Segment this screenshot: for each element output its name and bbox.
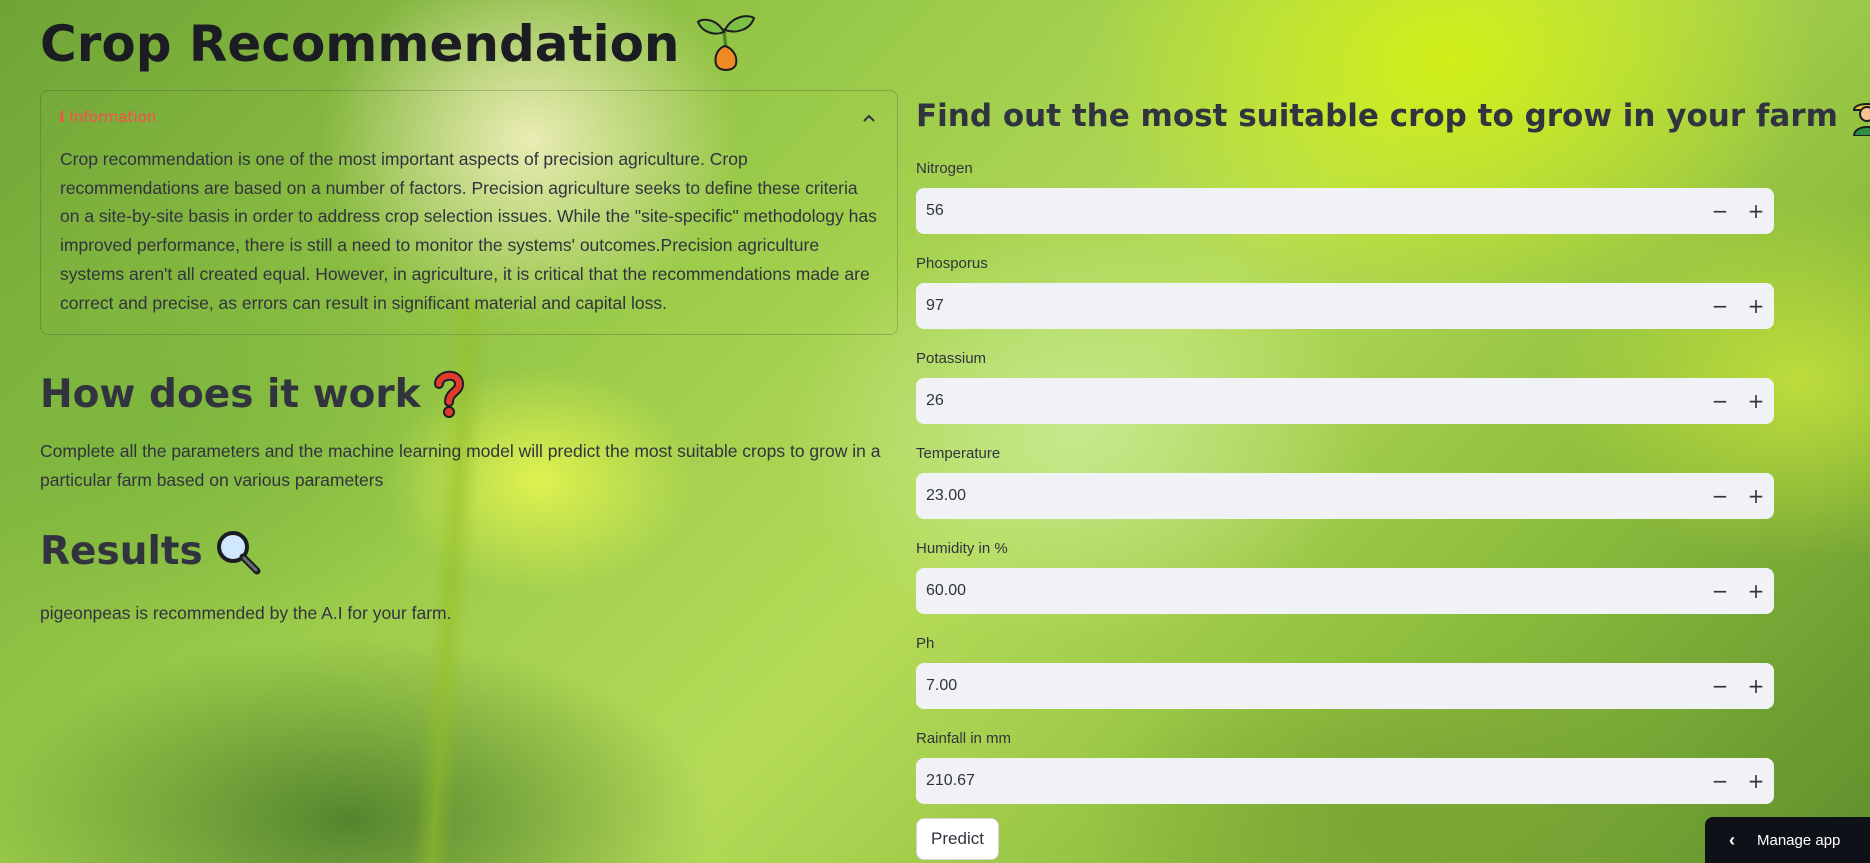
potassium-increment-button[interactable]: + (1738, 378, 1774, 424)
rainfall-input[interactable] (916, 758, 1702, 804)
humidity-increment-button[interactable]: + (1738, 568, 1774, 614)
question-mark-icon (431, 370, 467, 418)
ph-label: Ph (916, 635, 935, 652)
farmer-icon (1848, 96, 1870, 136)
temperature-decrement-button[interactable]: − (1702, 473, 1738, 519)
predict-button[interactable]: Predict (916, 818, 999, 860)
manage-app-label: Manage app (1757, 831, 1841, 849)
potassium-input-box: − + (916, 378, 1774, 424)
ph-field: Ph − + (916, 633, 1774, 709)
ph-increment-button[interactable]: + (1738, 663, 1774, 709)
ph-decrement-button[interactable]: − (1702, 663, 1738, 709)
ph-input[interactable] (916, 663, 1702, 709)
seedling-icon (694, 12, 758, 76)
temperature-label: Temperature (916, 445, 1001, 462)
nitrogen-increment-button[interactable]: + (1738, 188, 1774, 234)
chevron-up-icon[interactable] (859, 108, 879, 127)
information-expander-title: ℹ Information (59, 108, 157, 126)
chevron-left-icon: ‹ (1729, 829, 1735, 850)
potassium-label: Potassium (916, 350, 987, 367)
rainfall-field: Rainfall in mm − + (916, 728, 1774, 804)
nitrogen-field: Nitrogen − + (916, 158, 1774, 234)
phosporus-label: Phosporus (916, 255, 988, 272)
phosporus-decrement-button[interactable]: − (1702, 283, 1738, 329)
rainfall-increment-button[interactable]: + (1738, 758, 1774, 804)
form-heading: Find out the most suitable crop to grow … (916, 96, 1870, 136)
how-it-works-heading: How does it work (40, 370, 467, 418)
humidity-field: Humidity in % − + (916, 538, 1774, 614)
phosporus-input[interactable] (916, 283, 1702, 329)
ph-input-box: − + (916, 663, 1774, 709)
nitrogen-input-box: − + (916, 188, 1774, 234)
temperature-increment-button[interactable]: + (1738, 473, 1774, 519)
humidity-input[interactable] (916, 568, 1702, 614)
rainfall-input-box: − + (916, 758, 1774, 804)
phosporus-field: Phosporus − + (916, 253, 1774, 329)
humidity-decrement-button[interactable]: − (1702, 568, 1738, 614)
nitrogen-input[interactable] (916, 188, 1702, 234)
information-text: Crop recommendation is one of the most i… (60, 149, 877, 313)
page-title: Crop Recommendation (40, 12, 758, 76)
nitrogen-decrement-button[interactable]: − (1702, 188, 1738, 234)
rainfall-decrement-button[interactable]: − (1702, 758, 1738, 804)
temperature-input-box: − + (916, 473, 1774, 519)
temperature-input[interactable] (916, 473, 1702, 519)
phosporus-increment-button[interactable]: + (1738, 283, 1774, 329)
humidity-input-box: − + (916, 568, 1774, 614)
magnifier-icon (213, 527, 261, 575)
temperature-field: Temperature − + (916, 443, 1774, 519)
results-text: pigeonpeas is recommended by the A.I for… (40, 603, 452, 623)
manage-app-button[interactable]: ‹ Manage app (1705, 817, 1870, 863)
potassium-field: Potassium − + (916, 348, 1774, 424)
phosporus-input-box: − + (916, 283, 1774, 329)
nitrogen-label: Nitrogen (916, 160, 973, 177)
how-it-works-text: Complete all the parameters and the mach… (40, 441, 881, 490)
potassium-input[interactable] (916, 378, 1702, 424)
information-expander: ℹ Information Crop recommendation is one… (40, 90, 898, 335)
humidity-label: Humidity in % (916, 540, 1008, 557)
rainfall-label: Rainfall in mm (916, 730, 1012, 747)
potassium-decrement-button[interactable]: − (1702, 378, 1738, 424)
information-expander-header[interactable]: ℹ Information (41, 91, 897, 143)
results-heading: Results (40, 527, 261, 575)
